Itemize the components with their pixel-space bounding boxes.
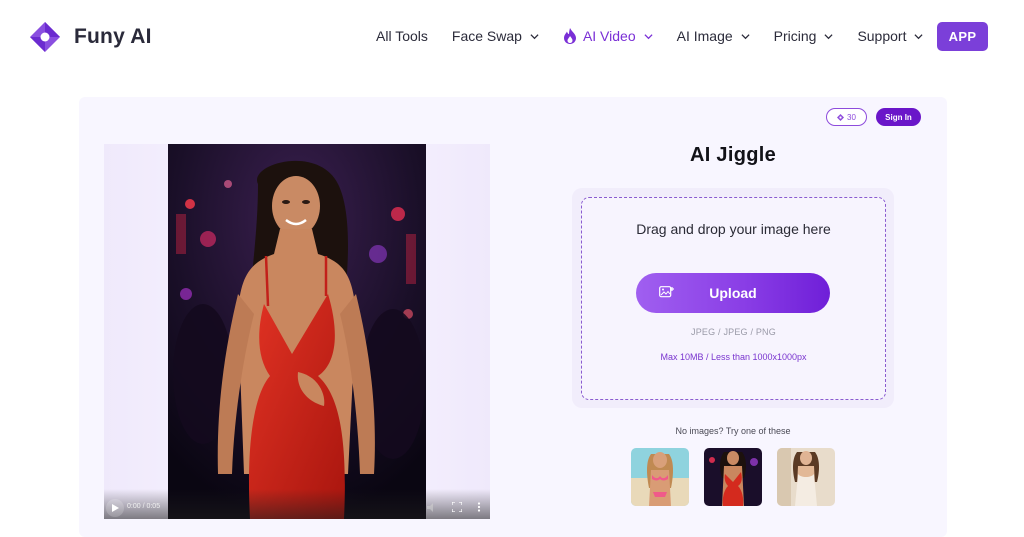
sample-prompt: No images? Try one of these — [675, 426, 791, 436]
brand-name: Funy AI — [74, 25, 152, 48]
video-preview-area — [104, 144, 490, 519]
nav-label: AI Video — [582, 28, 636, 44]
fullscreen-icon[interactable] — [452, 502, 462, 512]
chevron-down-icon — [914, 33, 924, 39]
sample-thumbnail — [704, 448, 762, 506]
chevron-down-icon — [644, 33, 653, 39]
sample-thumbnail — [777, 448, 835, 506]
supported-formats: JPEG / JPEG / PNG — [691, 327, 776, 337]
chevron-down-icon — [824, 33, 833, 39]
sign-in-button[interactable]: Sign In — [876, 108, 921, 126]
credits-count: 30 — [847, 112, 856, 122]
upload-button-label: Upload — [709, 285, 757, 301]
sample-image-red-dress[interactable] — [704, 448, 762, 506]
sample-image-pink-bikini[interactable] — [631, 448, 689, 506]
page-title: AI Jiggle — [689, 144, 777, 166]
nav-ai-video[interactable]: AI Video — [563, 28, 653, 44]
diamond-icon — [837, 113, 845, 121]
drop-instructions: Drag and drop your image here — [636, 221, 831, 237]
nav-all-tools[interactable]: All Tools — [376, 28, 428, 44]
nav-pricing[interactable]: Pricing — [774, 28, 834, 44]
sample-image-white-dress[interactable] — [777, 448, 835, 506]
nav-support[interactable]: Support — [857, 28, 924, 44]
funy-logo-icon — [30, 22, 60, 52]
image-upload-icon — [659, 286, 674, 298]
play-icon — [111, 504, 119, 512]
logo[interactable]: Funy AI — [28, 20, 152, 54]
sample-thumbnail — [631, 448, 689, 506]
play-button[interactable] — [106, 499, 124, 517]
credits-badge[interactable]: 30 — [826, 108, 867, 126]
chevron-down-icon — [530, 33, 539, 39]
nav-label: All Tools — [376, 28, 428, 44]
top-header: Funy AI All Tools Face Swap AI Video AI … — [0, 0, 1024, 76]
file-limits: Max 10MB / Less than 1000x1000px — [660, 352, 807, 362]
nav-label: AI Image — [676, 28, 733, 44]
video-frame-illustration — [168, 144, 426, 519]
volume-icon[interactable] — [427, 503, 437, 512]
nav-face-swap[interactable]: Face Swap — [452, 28, 539, 44]
app-button[interactable]: APP — [937, 22, 988, 51]
nav-ai-image[interactable]: AI Image — [677, 28, 750, 44]
main-nav: All Tools Face Swap AI Video AI Image Pr… — [376, 28, 947, 44]
demo-video[interactable] — [168, 144, 426, 519]
chevron-down-icon — [741, 33, 750, 39]
nav-label: Face Swap — [451, 28, 522, 44]
nav-label: Pricing — [773, 28, 817, 44]
flame-icon — [563, 28, 576, 44]
nav-label: Support — [857, 28, 907, 44]
video-time: 0:00 / 0:05 — [127, 503, 161, 510]
more-options-icon[interactable] — [476, 502, 482, 512]
